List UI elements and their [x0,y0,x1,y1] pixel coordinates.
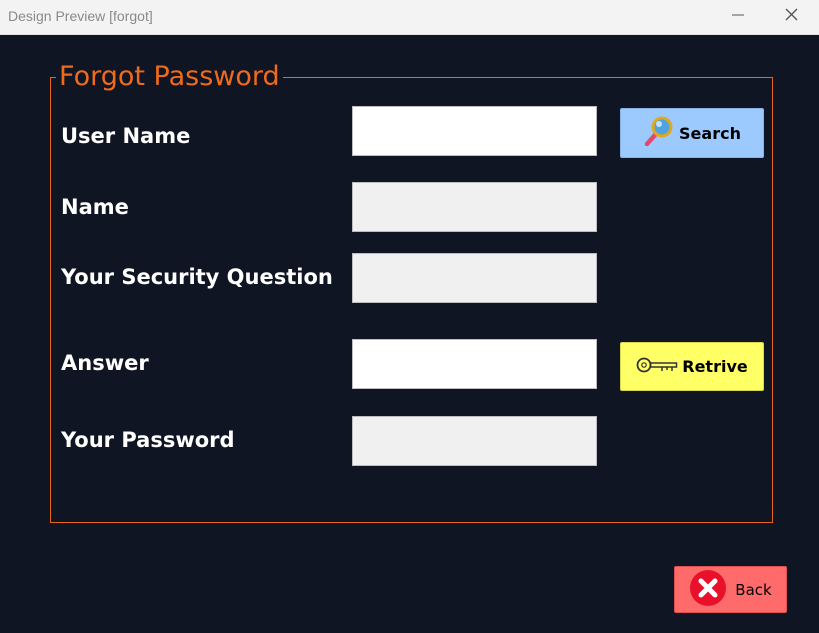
security-question-label: Your Security Question [61,265,333,289]
name-field [352,182,597,232]
search-button-label: Search [679,123,741,143]
close-icon [785,8,798,21]
retrive-button[interactable]: Retrive [620,342,764,391]
user-name-label: User Name [61,124,191,148]
retrive-button-label: Retrive [682,357,748,376]
magnifier-icon [643,115,675,151]
close-window-button[interactable] [768,0,814,32]
your-password-label: Your Password [61,428,235,452]
back-button[interactable]: Back [674,566,787,613]
minimize-icon [732,14,744,16]
answer-label: Answer [61,351,149,375]
answer-input[interactable] [352,339,597,389]
security-question-field [352,253,597,303]
back-button-label: Back [735,580,772,599]
key-icon [636,355,678,379]
window-title: Design Preview [forgot] [8,8,153,24]
search-button[interactable]: Search [620,108,764,158]
user-name-input[interactable] [352,106,597,156]
groupbox-title: Forgot Password [56,60,283,94]
name-label: Name [61,195,129,219]
minimize-button[interactable] [715,0,761,32]
window-titlebar: Design Preview [forgot] [0,0,819,35]
your-password-field [352,416,597,466]
close-circle-icon [689,569,727,611]
